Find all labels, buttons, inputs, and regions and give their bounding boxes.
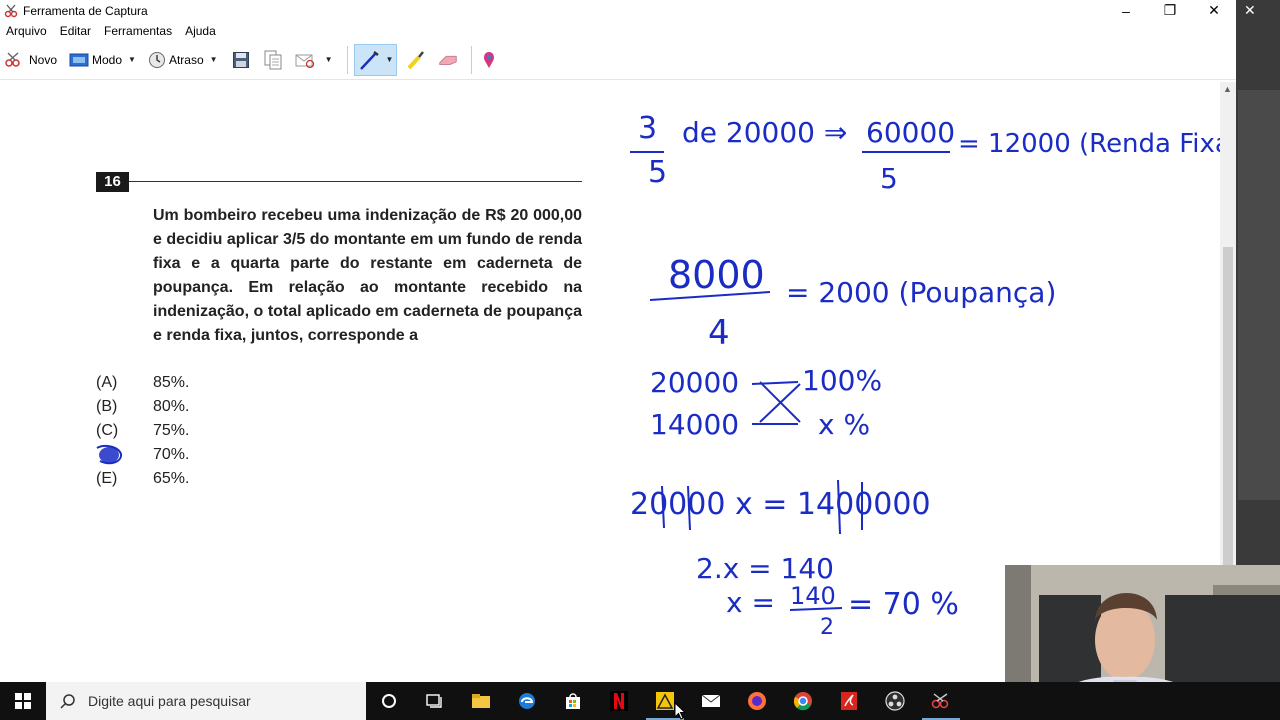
handwritten-text: x %: [818, 408, 870, 441]
fraction-numerator: 140: [790, 582, 836, 610]
toolbar: Novo Modo ▼ Atraso ▼ ▼ ▼: [0, 40, 1236, 80]
fraction-denominator: 5: [880, 162, 898, 195]
toolbar-separator: [346, 45, 348, 74]
handwritten-text: 100%: [802, 364, 882, 397]
chevron-down-icon[interactable]: ▼: [386, 55, 394, 64]
question-number: 16: [96, 172, 129, 192]
option-d: 70%.: [96, 446, 189, 464]
menu-arquivo[interactable]: Arquivo: [6, 24, 47, 38]
menu-ajuda[interactable]: Ajuda: [185, 24, 216, 38]
option-b: (B) 80%.: [96, 398, 189, 416]
menu-bar: Arquivo Editar Ferramentas Ajuda: [0, 21, 1236, 40]
delay-label: Atraso: [168, 52, 204, 67]
title-bar: Ferramenta de Captura – ❐ ✕: [0, 0, 1236, 21]
menu-editar[interactable]: Editar: [60, 24, 91, 38]
handwritten-equation: 2.x = 140: [696, 552, 834, 585]
background-window-panel: [1238, 90, 1280, 500]
mouse-cursor-icon: [674, 702, 686, 720]
option-letter: (A): [96, 374, 118, 391]
handwritten-result: = 2000 (Poupança): [786, 276, 1056, 309]
windows-logo-icon: [15, 693, 31, 709]
pen-tool-button[interactable]: ▼: [353, 43, 398, 76]
envelope-icon: [295, 54, 314, 68]
new-snip-icon: [5, 51, 20, 67]
new-snip-label: Novo: [29, 52, 58, 67]
send-email-button[interactable]: ▼: [294, 51, 333, 69]
fraction-denominator: 5: [648, 155, 667, 190]
close-button[interactable]: ✕: [1192, 2, 1236, 19]
chrome-icon[interactable]: [780, 682, 826, 720]
firefox-icon[interactable]: [734, 682, 780, 720]
netflix-icon[interactable]: [596, 682, 642, 720]
minimize-button[interactable]: –: [1104, 3, 1148, 19]
taskbar-search[interactable]: Digite aqui para pesquisar: [46, 682, 366, 720]
menu-ferramentas[interactable]: Ferramentas: [104, 24, 172, 38]
option-c: (C) 75%.: [96, 422, 189, 440]
taskbar: Digite aqui para pesquisar: [0, 682, 1280, 720]
window-title: Ferramenta de Captura: [23, 3, 148, 18]
mode-button[interactable]: Modo ▼: [69, 52, 136, 68]
start-button[interactable]: [0, 682, 46, 720]
question-divider: [129, 181, 582, 182]
pen-icon: [359, 50, 379, 70]
option-letter: [96, 446, 153, 464]
eraser-icon[interactable]: [437, 49, 459, 71]
option-letter: (E): [96, 470, 118, 487]
fraction-denominator: 4: [708, 313, 730, 353]
mode-icon: [69, 53, 89, 66]
chevron-down-icon[interactable]: ▼: [325, 55, 333, 64]
chevron-down-icon[interactable]: ▼: [128, 55, 136, 64]
store-icon[interactable]: [550, 682, 596, 720]
handwritten-text: 14000: [650, 408, 739, 441]
cortana-icon[interactable]: [366, 682, 412, 720]
file-explorer-icon[interactable]: [458, 682, 504, 720]
save-icon[interactable]: [230, 49, 252, 71]
obs-studio-icon[interactable]: [872, 682, 918, 720]
fraction-denominator: 2: [820, 615, 834, 640]
new-snip-button[interactable]: Novo: [4, 51, 57, 69]
handwritten-equation: 20000 x = 1400000: [630, 487, 931, 522]
option-value: 80%.: [153, 398, 190, 415]
fraction-numerator: 3: [638, 111, 657, 146]
delay-button[interactable]: Atraso ▼: [148, 51, 218, 69]
handwritten-text: 20000: [650, 366, 739, 399]
task-view-icon[interactable]: [412, 682, 458, 720]
option-value: 70%.: [153, 446, 190, 463]
fraction-numerator: 8000: [668, 253, 765, 297]
copy-icon[interactable]: [262, 49, 284, 71]
question-text: Um bombeiro recebeu uma indenização de R…: [153, 207, 582, 344]
option-letter: (B): [96, 398, 118, 415]
option-value: 85%.: [153, 374, 190, 391]
acrobat-icon[interactable]: [826, 682, 872, 720]
chevron-down-icon[interactable]: ▼: [210, 55, 218, 64]
handwritten-equation: x =: [726, 586, 775, 619]
option-letter: (C): [96, 422, 119, 439]
scissors-app-icon: [4, 4, 18, 17]
option-value: 75%.: [153, 422, 190, 439]
restore-button[interactable]: ❐: [1148, 2, 1192, 19]
search-icon: [60, 694, 75, 709]
mail-icon[interactable]: [688, 682, 734, 720]
search-placeholder: Digite aqui para pesquisar: [88, 693, 251, 709]
highlighter-icon[interactable]: [405, 49, 427, 71]
snipping-tool-taskbar-icon[interactable]: [918, 682, 964, 720]
handwritten-result: = 70 %: [848, 587, 959, 622]
option-e: (E) 65%.: [96, 470, 189, 488]
edge-browser-icon[interactable]: [504, 682, 550, 720]
mode-label: Modo: [92, 52, 123, 67]
scroll-up-icon[interactable]: ▲: [1223, 84, 1232, 94]
fraction-numerator: 60000: [866, 116, 955, 149]
clock-icon: [148, 51, 165, 68]
handwritten-text: de 20000 ⇒: [682, 116, 847, 149]
option-value: 65%.: [153, 470, 190, 487]
background-window-close-icon[interactable]: ✕: [1244, 2, 1256, 19]
paint3d-icon[interactable]: [478, 49, 500, 71]
handwritten-result: = 12000 (Renda Fixa): [958, 129, 1220, 159]
toolbar-separator: [471, 45, 473, 74]
option-a: (A) 85%.: [96, 374, 189, 392]
